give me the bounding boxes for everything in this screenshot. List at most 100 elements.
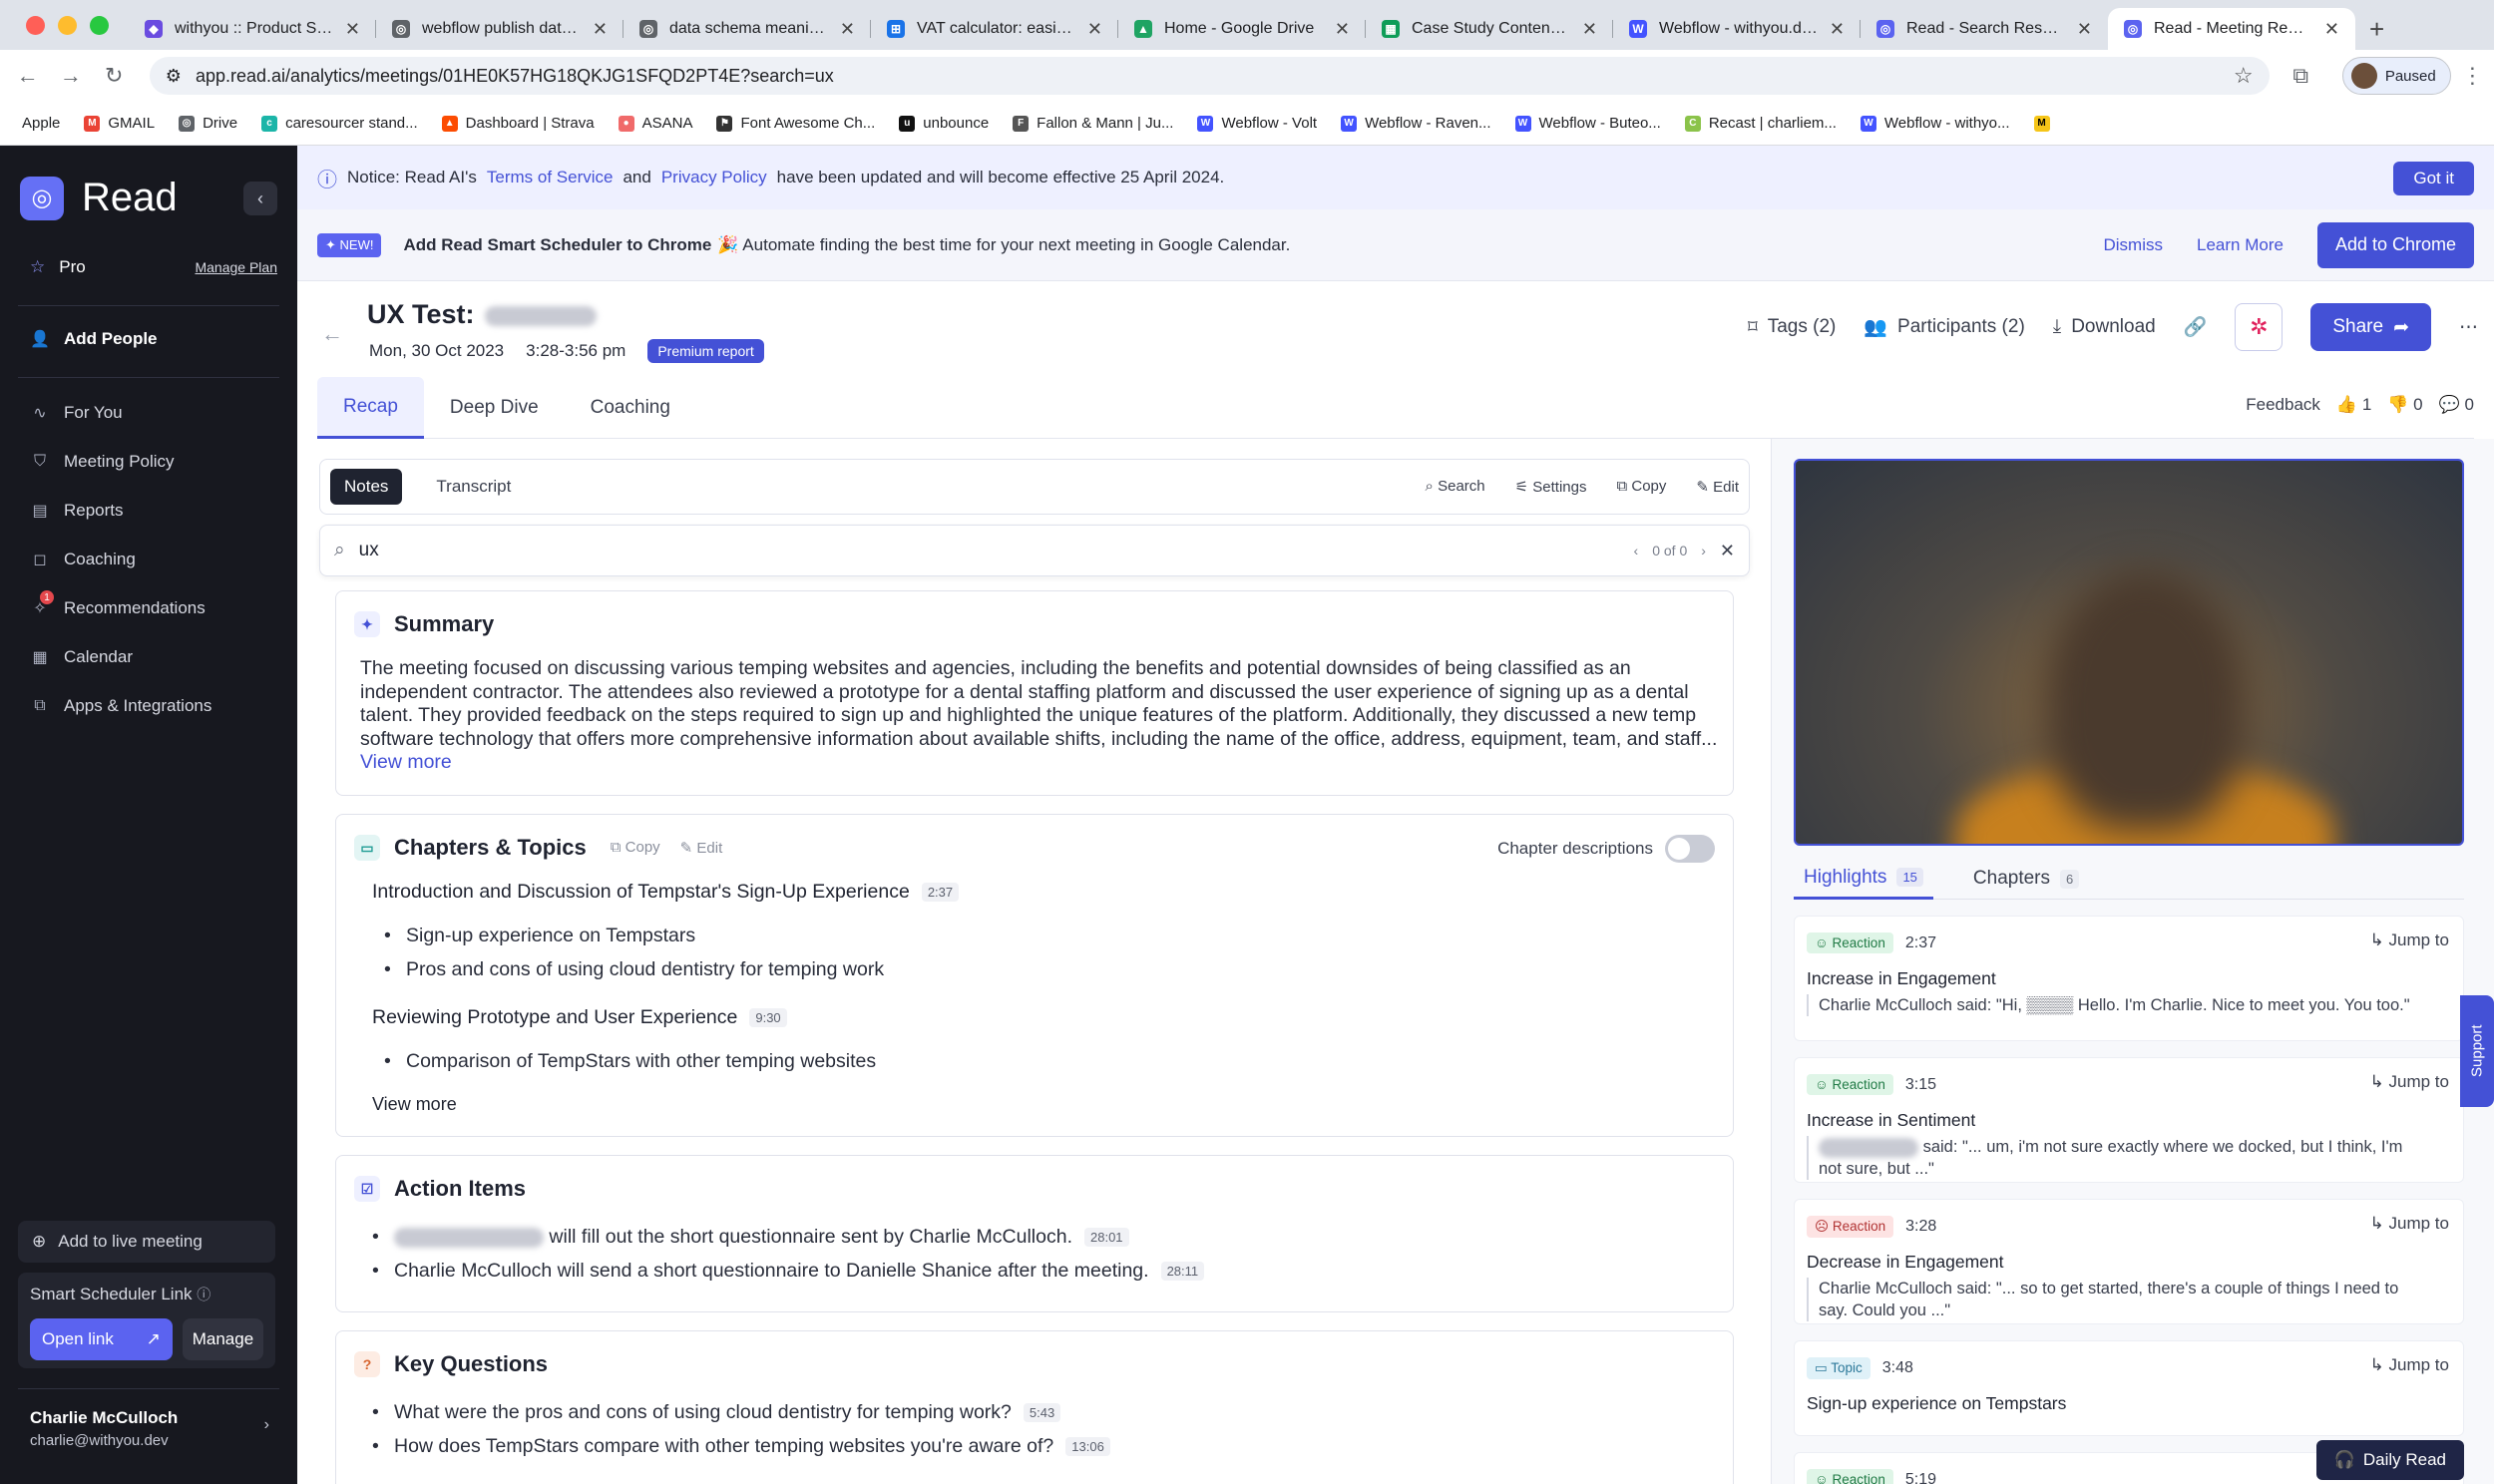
close-tab-icon[interactable]: ✕: [1087, 19, 1102, 40]
collapse-sidebar-button[interactable]: ‹: [243, 182, 277, 215]
jump-to-button[interactable]: ↳ Jump to: [2370, 1214, 2449, 1234]
reload-icon[interactable]: ↻: [93, 63, 136, 89]
sidebar-item-apps-integrations[interactable]: ⧉ Apps & Integrations: [30, 696, 211, 716]
highlight-item[interactable]: ☺ Reaction 2:37 ↳ Jump to Increase in Eng…: [1794, 916, 2464, 1041]
bookmark[interactable]: ● ASANA: [618, 115, 692, 132]
notes-toggle[interactable]: Notes: [330, 469, 403, 505]
clear-search-icon[interactable]: ✕: [1720, 541, 1735, 561]
bookmark[interactable]: ◎ Drive: [179, 115, 237, 132]
back-arrow-icon[interactable]: ←: [321, 321, 343, 347]
jump-to-button[interactable]: ↳ Jump to: [2370, 930, 2449, 950]
bookmark[interactable]: u unbounce: [899, 115, 989, 132]
profile-button[interactable]: Paused: [2341, 57, 2451, 95]
close-tab-icon[interactable]: ✕: [1582, 19, 1597, 40]
chapters-edit-button[interactable]: ✎ Edit: [680, 839, 723, 857]
timestamp[interactable]: 5:43: [1023, 1403, 1061, 1423]
bookmark[interactable]: ⚑ Font Awesome Ch...: [716, 115, 875, 132]
sidebar-item-meeting-policy[interactable]: ⛉ Meeting Policy: [30, 452, 175, 472]
privacy-policy-link[interactable]: Privacy Policy: [661, 168, 767, 187]
video-player[interactable]: [1794, 459, 2464, 846]
bookmark[interactable]: M: [2033, 115, 2050, 132]
tab-chapters[interactable]: Chapters 6: [1963, 858, 2089, 900]
thumbs-up-button[interactable]: 👍 1: [2336, 395, 2371, 415]
browser-menu-icon[interactable]: ⋮: [2451, 63, 2494, 89]
participants-button[interactable]: 👥 Participants (2): [1864, 315, 2024, 339]
close-tab-icon[interactable]: ✕: [840, 19, 855, 40]
comments-button[interactable]: 💬 0: [2439, 395, 2474, 415]
chapters-view-more-link[interactable]: View more: [372, 1094, 457, 1115]
learn-more-link[interactable]: Learn More: [2197, 235, 2284, 255]
forward-arrow-icon[interactable]: →: [49, 63, 92, 89]
site-settings-icon[interactable]: ⚙: [166, 66, 182, 87]
bookmark[interactable]: W Webflow - Volt: [1197, 115, 1317, 132]
thumbs-down-button[interactable]: 👎 0: [2387, 395, 2422, 415]
bookmark[interactable]: W Webflow - Raven...: [1341, 115, 1491, 132]
chapter-title[interactable]: Reviewing Prototype and User Experience 9…: [372, 1006, 787, 1029]
bookmark-star-icon[interactable]: ☆: [2234, 63, 2254, 89]
tab-highlights[interactable]: Highlights 15: [1794, 858, 1933, 900]
summary-view-more-link[interactable]: View more: [360, 751, 452, 773]
timestamp[interactable]: 9:30: [749, 1008, 787, 1028]
tab-coaching[interactable]: Coaching: [565, 377, 696, 439]
slack-button[interactable]: ✲: [2235, 303, 2284, 351]
bookmark[interactable]: Apple: [14, 115, 60, 132]
close-tab-icon[interactable]: ✕: [345, 19, 360, 40]
minimize-window-button[interactable]: [58, 15, 77, 35]
url-field[interactable]: ⚙ app.read.ai/analytics/meetings/01HE0K5…: [149, 57, 2270, 95]
add-people-button[interactable]: 👤 Add People: [30, 329, 157, 349]
sidebar-item-recommendations[interactable]: ✧ 1 Recommendations: [30, 590, 206, 618]
manage-plan-link[interactable]: Manage Plan: [195, 259, 277, 275]
settings-tool-button[interactable]: ⚟ Settings: [1515, 478, 1587, 496]
sidebar-item-calendar[interactable]: ▦ Calendar: [30, 647, 133, 667]
search-input[interactable]: ux: [359, 540, 379, 561]
close-tab-icon[interactable]: ✕: [2324, 19, 2339, 40]
jump-to-button[interactable]: ↳ Jump to: [2370, 1072, 2449, 1092]
sidebar-item-coaching[interactable]: ◻ Coaching: [30, 550, 135, 569]
manage-button[interactable]: Manage: [182, 1318, 263, 1360]
browser-tab[interactable]: ▲ Home - Google Drive ✕: [1118, 8, 1366, 50]
close-window-button[interactable]: [26, 15, 45, 35]
browser-tab[interactable]: ⊞ VAT calculator: easily a ✕: [871, 8, 1118, 50]
got-it-button[interactable]: Got it: [2393, 162, 2474, 195]
read-logo[interactable]: ◎ Read: [20, 176, 178, 220]
copy-link-button[interactable]: 🔗: [2184, 315, 2208, 339]
transcript-toggle[interactable]: Transcript: [422, 469, 525, 505]
user-menu[interactable]: Charlie McCulloch charlie@withyou.dev ›: [30, 1408, 269, 1449]
next-result-icon[interactable]: ›: [1701, 543, 1706, 558]
dismiss-link[interactable]: Dismiss: [2104, 235, 2164, 255]
info-icon[interactable]: ⓘ: [197, 1287, 210, 1302]
jump-to-button[interactable]: ↳ Jump to: [2370, 1355, 2449, 1375]
timestamp[interactable]: 13:06: [1065, 1437, 1110, 1457]
add-to-live-meeting-button[interactable]: ⊕ Add to live meeting: [18, 1221, 275, 1263]
bookmark[interactable]: W Webflow - Buteo...: [1514, 115, 1661, 132]
daily-read-button[interactable]: 🎧 Daily Read: [2315, 1440, 2464, 1480]
bookmark[interactable]: M GMAIL: [84, 115, 155, 132]
browser-tab[interactable]: ▦ Case Study Content - C ✕: [1366, 8, 1613, 50]
zoom-window-button[interactable]: [90, 15, 109, 35]
more-options-icon[interactable]: ⋯: [2459, 316, 2478, 339]
timestamp[interactable]: 2:37: [921, 883, 960, 903]
highlight-item[interactable]: ☹ Reaction 3:28 ↳ Jump to Decrease in Eng…: [1794, 1199, 2464, 1324]
browser-tab[interactable]: ◎ webflow publish date b ✕: [376, 8, 624, 50]
highlight-item[interactable]: ☺ Reaction 3:15 ↳ Jump to Increase in Sen…: [1794, 1057, 2464, 1183]
share-button[interactable]: Share ➦: [2310, 303, 2431, 351]
close-tab-icon[interactable]: ✕: [593, 19, 608, 40]
browser-tab[interactable]: ◎ data schema meaning - ✕: [624, 8, 871, 50]
timestamp[interactable]: 28:01: [1084, 1228, 1129, 1248]
chapter-title[interactable]: Introduction and Discussion of Tempstar'…: [372, 881, 960, 904]
browser-tab[interactable]: ◆ withyou :: Product Stra ✕: [129, 8, 376, 50]
new-tab-button[interactable]: +: [2355, 8, 2398, 50]
previous-result-icon[interactable]: ‹: [1634, 543, 1639, 558]
extensions-puzzle-icon[interactable]: ⧉: [2280, 63, 2322, 89]
add-to-chrome-button[interactable]: Add to Chrome: [2316, 221, 2474, 268]
chapters-copy-button[interactable]: ⧉ Copy: [611, 839, 660, 857]
browser-tab-active[interactable]: ◎ Read - Meeting Report ✕: [2108, 8, 2355, 50]
browser-tab[interactable]: W Webflow - withyou.dev ✕: [1613, 8, 1861, 50]
terms-of-service-link[interactable]: Terms of Service: [487, 168, 614, 187]
back-arrow-icon[interactable]: ←: [6, 63, 49, 89]
bookmark[interactable]: W Webflow - withyo...: [1860, 115, 2010, 132]
open-link-button[interactable]: Open link ↗: [30, 1318, 173, 1360]
bookmark[interactable]: c caresourcer stand...: [261, 115, 418, 132]
browser-tab[interactable]: ◎ Read - Search Results ✕: [1861, 8, 2108, 50]
bookmark[interactable]: F Fallon & Mann | Ju...: [1013, 115, 1173, 132]
